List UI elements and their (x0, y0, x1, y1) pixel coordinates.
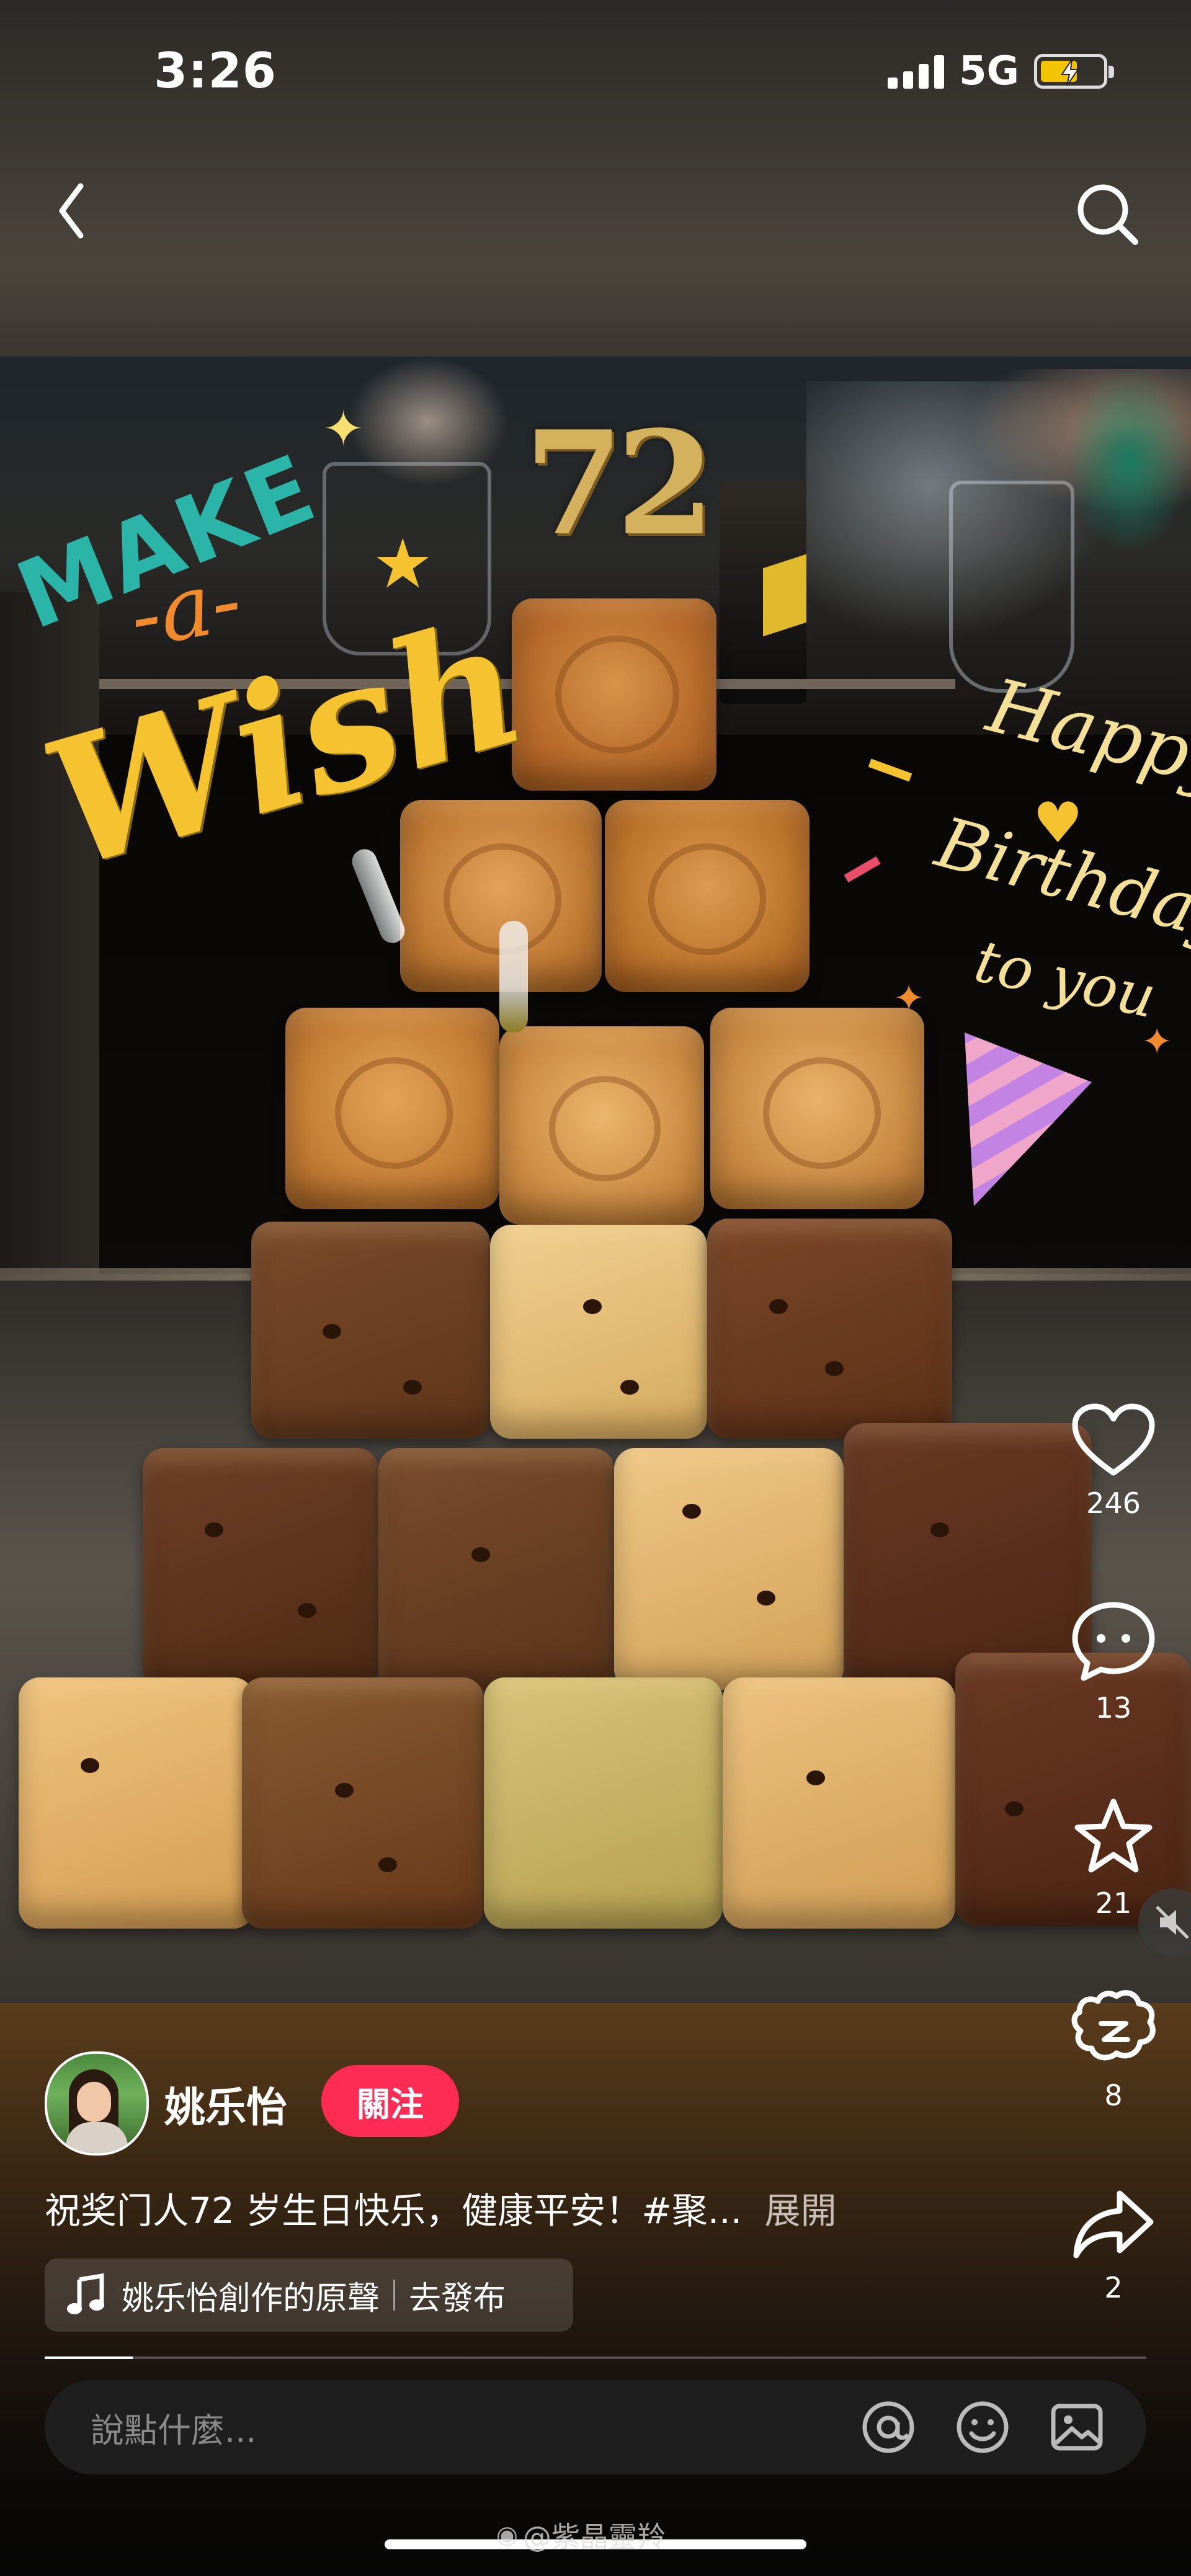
a-text: -a- (122, 549, 249, 668)
share-button[interactable]: 2 (1051, 2186, 1175, 2304)
confetti-icon: ✦ (893, 977, 925, 1020)
publish-link[interactable]: 去發布 (409, 2272, 506, 2319)
music-chip[interactable]: 姚乐怡創作的原聲 去發布 (45, 2258, 573, 2332)
favorite-button[interactable]: 21 (1051, 1795, 1175, 1920)
caption-text: 祝奖门人72 岁生日快乐，健康平安！#聚... (45, 2190, 743, 2232)
caption-expand-link[interactable]: 展開 (765, 2190, 837, 2232)
star-decoration-icon: ★ (372, 524, 434, 603)
comment-input[interactable]: 說點什麼... (91, 2403, 859, 2452)
status-time: 3:26 (154, 43, 277, 99)
video-progress-bar[interactable] (45, 2356, 1146, 2359)
comment-icon (1072, 1602, 1155, 1681)
heart-icon (1072, 1403, 1155, 1476)
search-icon[interactable] (1070, 177, 1144, 251)
mention-icon[interactable] (859, 2397, 918, 2457)
follow-button[interactable]: 關注 (321, 2065, 459, 2137)
music-title: 姚乐怡創作的原聲 (122, 2280, 380, 2317)
sparkle-decoration-icon: ✦ (323, 400, 365, 458)
network-type: 5G (958, 48, 1019, 94)
battery-icon (1034, 54, 1114, 89)
repost-button[interactable]: 8 (1051, 1988, 1175, 2112)
like-button[interactable]: 246 (1051, 1401, 1175, 1520)
image-icon[interactable] (1047, 2397, 1107, 2457)
comment-count: 13 (1095, 1691, 1132, 1725)
music-note-icon (67, 2273, 104, 2314)
repost-icon (1071, 1990, 1156, 2061)
share-count: 2 (1104, 2271, 1123, 2304)
signal-icon (887, 54, 944, 89)
share-icon (1073, 2190, 1154, 2258)
video-photo[interactable]: 72 MAKE -a- Wish ★ ✦ Happy ♥ Birthday to… (0, 357, 1191, 2003)
watermark: ◉ @紫晶靈羚 (496, 2515, 666, 2556)
favorite-count: 21 (1095, 1886, 1132, 1920)
video-progress-fill (45, 2356, 133, 2359)
chip-divider (393, 2280, 396, 2311)
comment-button[interactable]: 13 (1051, 1600, 1175, 1725)
star-icon (1074, 1798, 1153, 1873)
back-icon[interactable] (47, 177, 96, 245)
comment-bar: 說點什麼... (45, 2380, 1146, 2474)
like-count: 246 (1086, 1486, 1141, 1520)
weibo-logo-icon: ◉ (496, 2521, 518, 2549)
party-hat-icon-shape (965, 1033, 1092, 1206)
confetti-icon-2: ✦ (1141, 1020, 1173, 1064)
author-name[interactable]: 姚乐怡 (164, 2074, 287, 2134)
status-icons: 5G (887, 48, 1114, 94)
candle-72: 72 (524, 400, 715, 567)
avatar[interactable] (45, 2051, 149, 2156)
watermark-text: @紫晶靈羚 (522, 2520, 666, 2554)
emoji-icon[interactable] (953, 2397, 1012, 2457)
caption: 祝奖门人72 岁生日快乐，健康平安！#聚... 展開 (45, 2182, 975, 2234)
repost-count: 8 (1104, 2079, 1123, 2112)
